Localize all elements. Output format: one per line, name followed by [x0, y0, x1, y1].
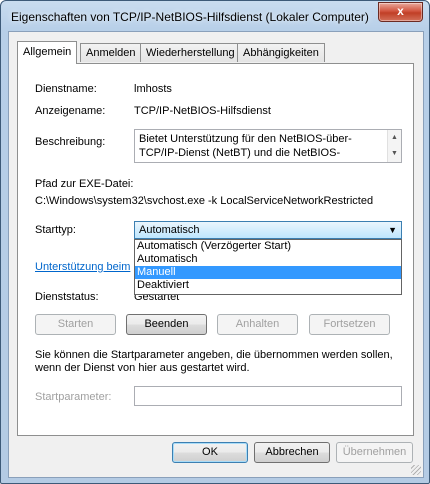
scroll-up-icon[interactable]: ▲	[391, 131, 398, 145]
resize-grip[interactable]	[411, 465, 421, 475]
startup-option-automatic[interactable]: Automatisch	[135, 253, 401, 266]
startup-help-link[interactable]: Unterstützung beim	[35, 261, 130, 273]
tab-anmelden[interactable]: Anmelden	[80, 43, 142, 62]
start-params-label: Startparameter:	[35, 391, 112, 403]
start-button[interactable]: Starten	[35, 314, 116, 335]
startup-type-selected: Automatisch	[139, 224, 200, 236]
exe-path-value: C:\Windows\system32\svchost.exe -k Local…	[35, 195, 374, 207]
exe-path-label: Pfad zur EXE-Datei:	[35, 178, 134, 190]
stop-button[interactable]: Beenden	[126, 314, 207, 335]
display-name-value: TCP/IP-NetBIOS-Hilfsdienst	[134, 105, 271, 117]
resume-button[interactable]: Fortsetzen	[309, 314, 390, 335]
scroll-down-icon[interactable]: ▼	[391, 147, 398, 161]
start-params-hint-line-2: wenn der Dienst von hier aus gestartet w…	[35, 362, 250, 374]
apply-button[interactable]: Übernehmen	[336, 442, 413, 463]
startup-type-label: Starttyp:	[35, 224, 76, 236]
description-line-2: TCP/IP-Dienst (NetBT) und die NetBIOS-	[139, 147, 341, 159]
service-status-label: Dienststatus:	[35, 291, 99, 303]
start-params-hint-line-1: Sie können die Startparameter angeben, d…	[35, 349, 393, 361]
close-button[interactable]: x	[378, 2, 423, 22]
ok-button[interactable]: OK	[172, 442, 248, 463]
tab-wiederherstellung[interactable]: Wiederherstellung	[140, 43, 241, 62]
startup-type-dropdown: Automatisch (Verzögerter Start) Automati…	[134, 239, 402, 295]
startup-option-disabled[interactable]: Deaktiviert	[135, 279, 401, 292]
start-params-input[interactable]	[134, 386, 402, 406]
description-label: Beschreibung:	[35, 136, 106, 148]
properties-window: Eigenschaften von TCP/IP-NetBIOS-Hilfsdi…	[0, 0, 430, 484]
tab-abhaengigkeiten[interactable]: Abhängigkeiten	[237, 43, 325, 62]
cancel-button[interactable]: Abbrechen	[254, 442, 330, 463]
tab-allgemein[interactable]: Allgemein	[17, 41, 78, 64]
general-tab-panel: Dienstname: lmhosts Anzeigename: TCP/IP-…	[17, 63, 414, 436]
startup-option-manual[interactable]: Manuell	[135, 266, 401, 279]
close-icon: x	[397, 4, 404, 18]
service-name-value: lmhosts	[134, 83, 172, 95]
display-name-label: Anzeigename:	[35, 105, 106, 117]
chevron-down-icon[interactable]: ▼	[388, 222, 397, 238]
description-field[interactable]: Bietet Unterstützung für den NetBIOS-übe…	[134, 129, 402, 163]
startup-type-combobox[interactable]: Automatisch ▼	[134, 221, 402, 239]
title-bar[interactable]: Eigenschaften von TCP/IP-NetBIOS-Hilfsdi…	[1, 1, 429, 31]
dialog-client-area: Allgemein Anmelden Wiederherstellung Abh…	[8, 31, 424, 478]
description-scrollbar[interactable]: ▲ ▼	[387, 130, 401, 162]
pause-button[interactable]: Anhalten	[217, 314, 298, 335]
service-name-label: Dienstname:	[35, 83, 97, 95]
description-line-1: Bietet Unterstützung für den NetBIOS-übe…	[139, 133, 352, 145]
window-title: Eigenschaften von TCP/IP-NetBIOS-Hilfsdi…	[11, 10, 369, 24]
startup-option-delayed[interactable]: Automatisch (Verzögerter Start)	[135, 240, 401, 253]
